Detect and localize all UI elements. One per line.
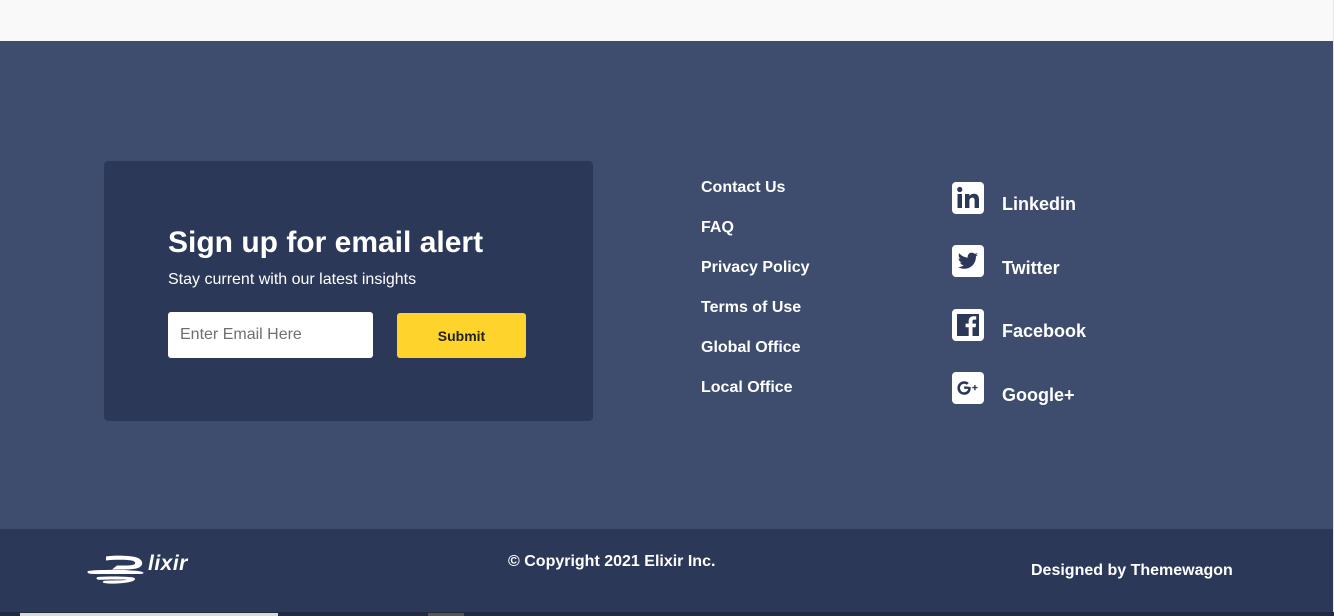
link-contact-us[interactable]: Contact Us bbox=[701, 178, 881, 218]
linkedin-icon bbox=[952, 181, 984, 214]
submit-button[interactable]: Submit bbox=[397, 313, 526, 358]
social-links: Linkedin Twitter Facebook Google+ bbox=[951, 166, 1211, 420]
logo-text: lixir bbox=[148, 552, 188, 575]
link-terms-of-use[interactable]: Terms of Use bbox=[701, 298, 881, 338]
designed-by-prefix: Designed by bbox=[1031, 562, 1127, 579]
signup-subtitle: Stay current with our latest insights bbox=[168, 271, 417, 288]
social-linkedin[interactable]: Linkedin bbox=[951, 166, 1211, 230]
page-top-area bbox=[0, 0, 1334, 41]
email-signup-card bbox=[104, 161, 593, 421]
designed-by: Designed by Themewagon bbox=[1031, 562, 1233, 580]
logo-mark-icon bbox=[87, 555, 144, 584]
link-global-office[interactable]: Global Office bbox=[701, 338, 881, 378]
social-linkedin-label: Linkedin bbox=[1002, 194, 1077, 215]
social-google-plus[interactable]: Google+ bbox=[951, 357, 1211, 421]
social-twitter[interactable]: Twitter bbox=[951, 230, 1211, 294]
social-twitter-label: Twitter bbox=[1002, 257, 1060, 278]
social-facebook[interactable]: Facebook bbox=[951, 293, 1211, 357]
twitter-icon bbox=[952, 245, 984, 278]
email-input[interactable] bbox=[168, 312, 373, 358]
signup-title: Sign up for email alert bbox=[168, 226, 484, 259]
themewagon-link[interactable]: Themewagon bbox=[1131, 562, 1233, 579]
google-plus-icon bbox=[952, 372, 984, 405]
elixir-logo[interactable]: lixir bbox=[84, 552, 188, 589]
social-facebook-label: Facebook bbox=[1002, 321, 1087, 342]
copyright-text: © Copyright 2021 Elixir Inc. bbox=[508, 553, 716, 570]
link-privacy-policy[interactable]: Privacy Policy bbox=[701, 258, 881, 298]
link-local-office[interactable]: Local Office bbox=[701, 378, 881, 418]
footer-links: Contact Us FAQ Privacy Policy Terms of U… bbox=[701, 178, 881, 418]
facebook-icon bbox=[952, 308, 984, 341]
social-google-plus-label: Google+ bbox=[1002, 384, 1075, 405]
link-faq[interactable]: FAQ bbox=[701, 218, 881, 258]
